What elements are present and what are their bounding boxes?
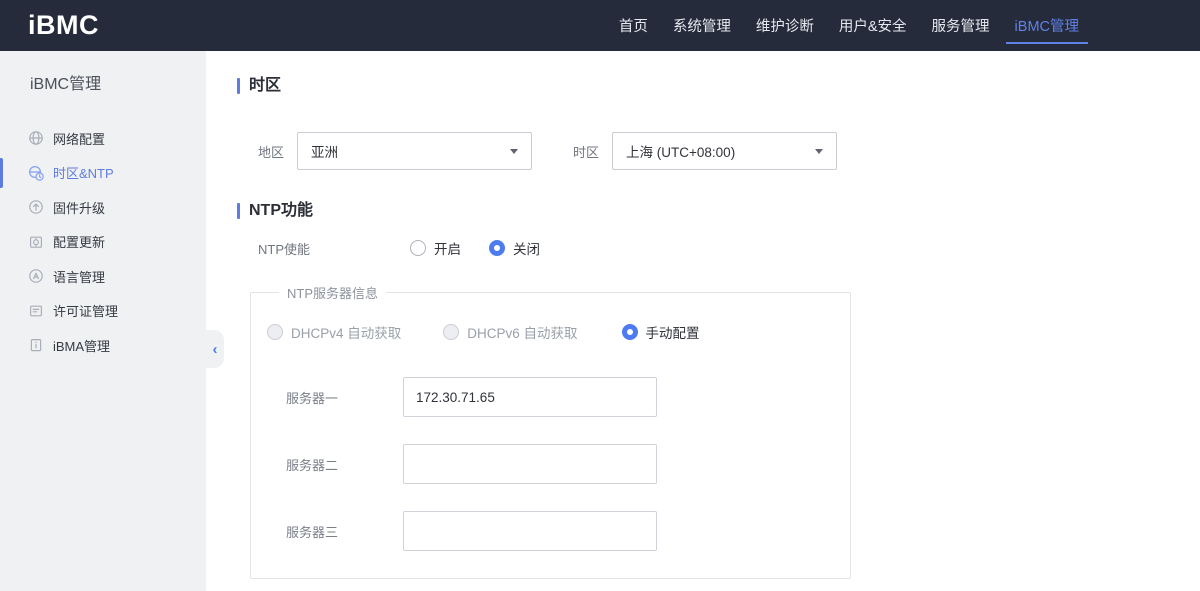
main-content: 时区 地区 亚洲 时区 上海 (UTC+08:00) NTP功能 NTP使能 开…	[206, 51, 1200, 591]
ibma-clipboard-icon	[28, 337, 44, 353]
sidebar-item-label: 配置更新	[53, 235, 106, 251]
radio-disabled-icon	[443, 324, 460, 340]
radio-disabled-icon	[267, 324, 283, 340]
chevron-down-icon	[815, 148, 824, 154]
dhcpv6-auto-radio: DHCPv6 自动获取	[443, 322, 578, 342]
nav-item-service[interactable]: 服务管理	[923, 0, 999, 51]
sidebar-title: iBMC管理	[30, 76, 102, 93]
chevron-down-icon	[510, 148, 519, 154]
radio-unchecked-icon	[410, 240, 426, 256]
timezone-select-value: 上海 (UTC+08:00)	[626, 145, 736, 160]
server2-input[interactable]	[403, 444, 657, 484]
section-accent-bar	[237, 78, 240, 94]
license-icon	[28, 303, 44, 319]
config-update-icon	[28, 234, 44, 250]
nav-item-maintenance[interactable]: 维护诊断	[747, 0, 823, 51]
sidebar-item-label: 许可证管理	[53, 304, 119, 320]
chevron-left-icon: ‹	[212, 340, 218, 358]
nav-item-home[interactable]: 首页	[610, 0, 657, 51]
region-select-value: 亚洲	[311, 145, 339, 160]
sidebar-item-label: 语言管理	[53, 269, 106, 285]
server1-input[interactable]	[403, 377, 657, 417]
section-title-text: NTP功能	[249, 202, 314, 219]
sidebar-item-label: 时区&NTP	[53, 166, 114, 182]
sidebar-item-label: iBMA管理	[53, 338, 111, 354]
nav-item-system[interactable]: 系统管理	[664, 0, 740, 51]
sidebar-item-timezone-ntp[interactable]: 时区&NTP	[0, 156, 206, 191]
ntp-enable-label: NTP使能	[258, 241, 311, 257]
sidebar-item-network[interactable]: 网络配置	[0, 121, 206, 156]
server3-label: 服务器三	[286, 524, 339, 540]
server-row-3: 服务器三	[267, 511, 850, 551]
server2-label: 服务器二	[286, 457, 339, 473]
radio-label: DHCPv4 自动获取	[291, 326, 402, 341]
timezone-clock-icon	[28, 165, 44, 181]
language-icon	[28, 268, 44, 284]
section-title-text: 时区	[249, 77, 282, 94]
sidebar-item-firmware-upgrade[interactable]: 固件升级	[0, 190, 206, 225]
radio-checked-icon	[621, 324, 638, 340]
sidebar-menu: 网络配置 时区&NTP 固件升级 配置更新 语言管理 许可证管理 iBMA管理	[0, 121, 206, 363]
region-select[interactable]: 亚洲	[297, 132, 533, 170]
radio-label: DHCPv6 自动获取	[467, 326, 578, 341]
server3-input[interactable]	[403, 511, 657, 551]
section-accent-bar	[237, 203, 240, 219]
server-row-2: 服务器二	[267, 444, 850, 484]
nav-item-user-security[interactable]: 用户&安全	[830, 0, 916, 51]
sidebar-item-language[interactable]: 语言管理	[0, 259, 206, 294]
timezone-form-row: 地区 亚洲 时区 上海 (UTC+08:00)	[258, 132, 1200, 170]
dhcpv4-auto-radio: DHCPv4 自动获取	[267, 322, 401, 342]
radio-label: 开启	[434, 242, 461, 257]
sidebar-collapse-button[interactable]: ‹	[206, 330, 224, 368]
sidebar-item-label: 网络配置	[53, 131, 106, 147]
ntp-server-group-legend: NTP服务器信息	[287, 286, 379, 301]
sidebar-item-ibma[interactable]: iBMA管理	[0, 328, 206, 363]
upgrade-arrow-icon	[28, 199, 44, 215]
timezone-label: 时区	[573, 144, 600, 160]
nav-item-ibmc[interactable]: iBMC管理	[1005, 0, 1089, 51]
sidebar-item-config-update[interactable]: 配置更新	[0, 225, 206, 260]
ntp-mode-row: DHCPv4 自动获取 DHCPv6 自动获取 手动配置	[267, 322, 850, 342]
timezone-section-title: 时区	[237, 77, 1200, 95]
ntp-enable-off-radio[interactable]: 关闭	[489, 238, 540, 258]
top-nav: 首页 系统管理 维护诊断 用户&安全 服务管理 iBMC管理	[610, 0, 1089, 51]
globe-icon	[28, 130, 44, 146]
sidebar: iBMC管理 网络配置 时区&NTP 固件升级 配置更新 语言管理 许可证管理 …	[0, 51, 224, 591]
top-header: iBMC 首页 系统管理 维护诊断 用户&安全 服务管理 iBMC管理	[0, 0, 1200, 51]
region-label: 地区	[258, 144, 285, 160]
ntp-section-title: NTP功能	[237, 202, 1200, 220]
ntp-server-group: NTP服务器信息 DHCPv4 自动获取 DHCPv6 自动获取 手动配置 服务…	[250, 283, 851, 579]
server-row-1: 服务器一	[267, 377, 850, 417]
radio-checked-icon	[489, 240, 505, 256]
ntp-enable-row: NTP使能 开启 关闭	[258, 238, 1200, 258]
server1-label: 服务器一	[286, 390, 339, 406]
manual-config-radio[interactable]: 手动配置	[621, 322, 700, 342]
radio-label: 手动配置	[645, 326, 700, 341]
sidebar-item-label: 固件升级	[53, 200, 106, 216]
sidebar-item-license[interactable]: 许可证管理	[0, 294, 206, 329]
ibmc-logo: iBMC	[28, 10, 99, 40]
ntp-enable-on-radio[interactable]: 开启	[410, 238, 461, 258]
radio-label: 关闭	[513, 242, 540, 257]
timezone-select[interactable]: 上海 (UTC+08:00)	[612, 132, 838, 170]
